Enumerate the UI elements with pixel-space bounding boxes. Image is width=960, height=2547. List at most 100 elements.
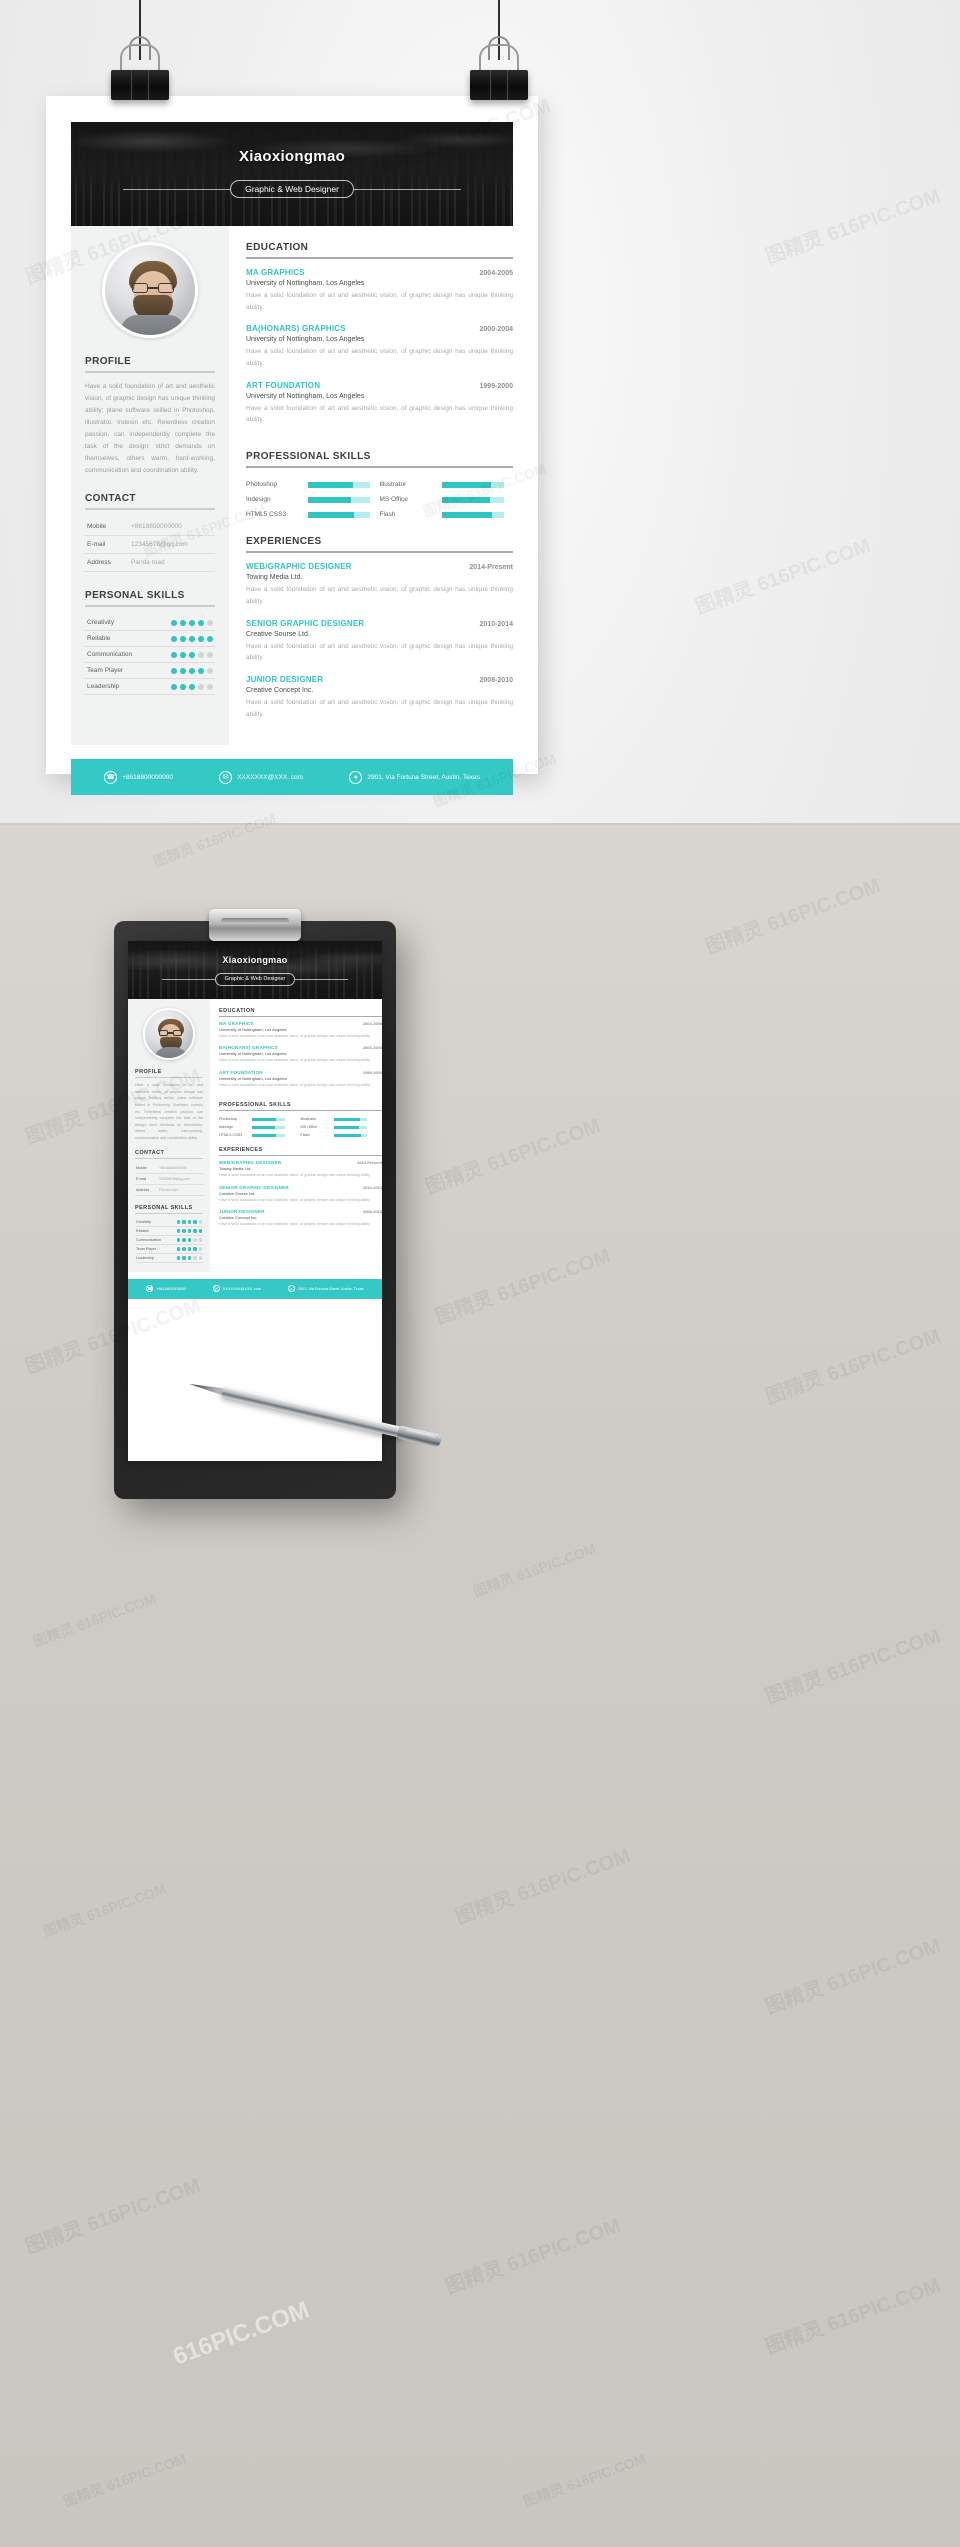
- personal-skill-label: Team Player: [136, 1246, 156, 1251]
- footer-phone: ☎ +8618800000000: [104, 770, 173, 784]
- rating-dots: [171, 651, 213, 658]
- experience-item-small: JUNIOR DESIGNER 2008-2010 Creative Concep…: [219, 1209, 382, 1227]
- skill-label: Illustrator: [300, 1117, 317, 1122]
- skill-cell: MS Office: [380, 492, 514, 507]
- contact-heading-small: CONTACT: [135, 1149, 165, 1156]
- education-item: ART FOUNDATION 1999-2000 University of N…: [246, 381, 513, 426]
- profile-heading-small: PROFILE: [135, 1069, 162, 1075]
- education-school: University of Nottingham, Los Angeles: [246, 280, 365, 287]
- footer-email-text: XXXXXXX@XXX. com: [222, 1286, 262, 1291]
- experience-title: JUNIOR DESIGNER: [246, 674, 324, 684]
- education-title: MA GRAPHICS: [246, 268, 305, 277]
- contact-label: Mobile: [87, 523, 107, 531]
- education-title: ART FOUNDATION: [246, 380, 321, 390]
- education-title: ART FOUNDATION: [219, 1069, 263, 1075]
- education-date: 1999-2000: [479, 382, 513, 390]
- personal-skills-heading: PERSONAL SKILLS: [85, 590, 185, 602]
- avatar-small: [143, 1008, 195, 1060]
- skill-bar: [441, 511, 504, 518]
- rating-dots: [176, 1220, 202, 1224]
- rating-dots: [176, 1238, 202, 1242]
- education-item-small: BA(HONARS) GRAPHICS 2000-2004 University …: [219, 1045, 382, 1063]
- skill-label: Flash: [379, 511, 396, 519]
- personal-skill-row-small: Communication: [135, 1236, 203, 1245]
- resume-footer-small: ☎ +8618800000000 ✉ XXXXXXX@XXX. com ● 29…: [128, 1278, 382, 1299]
- job-title-badge: Graphic & Web Designer: [230, 180, 354, 199]
- education-desc: Have a solid foundation of art and aesth…: [246, 404, 513, 424]
- profile-text-small: Have a solid foundation of art and aesth…: [135, 1083, 203, 1141]
- experience-company: Creative Sourse Ltd.: [246, 630, 310, 638]
- education-date: 2004-2005: [479, 270, 513, 277]
- resume-main-small: EDUCATION MA GRAPHICS 2004-2005 Universit…: [210, 999, 382, 1272]
- resume-main: EDUCATION MA GRAPHICS 2004-2005 Universi…: [229, 226, 513, 746]
- skill-cell: HTML5 CSS3: [246, 507, 380, 522]
- experiences-heading-small: EXPERIENCES: [219, 1147, 263, 1154]
- experience-date: 2014-Present: [469, 564, 513, 572]
- education-desc: Have a solid foundation of art and aesth…: [219, 1058, 371, 1063]
- contact-row-email: E-mail 12345678@qq.com: [85, 536, 215, 555]
- experience-date: 2010-2014: [362, 1184, 382, 1190]
- rating-dots: [176, 1247, 202, 1251]
- skill-bar: [308, 511, 370, 518]
- footer-email: ✉ XXXXXXX@XXX. com: [219, 770, 304, 784]
- skill-bar: [441, 496, 504, 503]
- contact-value: Panda road: [159, 1187, 178, 1192]
- experience-item-small: SENIOR GRAPHIC DESIGNER 2010-2014 Creativ…: [219, 1185, 382, 1203]
- avatar-wrap: [85, 242, 215, 338]
- skill-bar: [308, 496, 370, 503]
- personal-skill-label: Leadership: [87, 683, 120, 691]
- contact-label: Mobile: [136, 1165, 147, 1170]
- personal-skill-label: Reliable: [87, 635, 111, 643]
- binder-clip-left: [111, 36, 169, 100]
- footer-email-small: ✉ XXXXXXX@XXX. com: [212, 1285, 262, 1293]
- education-school: University of Nottingham, Los Angeles: [246, 336, 365, 344]
- job-title-row: Graphic & Web Designer: [71, 180, 513, 199]
- job-title-badge-small: Graphic & Web Designer: [214, 973, 296, 986]
- education-heading-small: EDUCATION: [219, 1008, 255, 1014]
- skill-cell: Photoshop: [246, 477, 380, 492]
- contact-row-address: Address Panda road: [85, 554, 215, 573]
- experiences-rule: [246, 551, 513, 554]
- skill-label: MS Office: [300, 1125, 318, 1130]
- education-item-small: MA GRAPHICS 2004-2005 University of Notti…: [219, 1021, 382, 1039]
- contact-block: CONTACT Mobile +8618800000000 E-mail 123…: [85, 493, 215, 573]
- professional-skills-grid-small: Photoshop Illustrator Indesign MS Office…: [219, 1115, 382, 1139]
- experience-company: Towing Media Ltd.: [246, 574, 303, 582]
- skill-bar: [252, 1133, 285, 1138]
- contact-row-email-small: E-mail 12345678@qq.com: [135, 1174, 203, 1185]
- footer-phone-text: +8618800000000: [156, 1286, 187, 1291]
- clipboard-mockup: Xiaoxiongmao Graphic & Web Designer PROF…: [114, 909, 396, 1499]
- skill-bar: [333, 1133, 367, 1138]
- contact-label: E-mail: [136, 1176, 147, 1181]
- contact-row-mobile-small: Mobile +8618800000000: [135, 1163, 203, 1174]
- title-rule-right: [353, 188, 462, 190]
- footer-email-text: XXXXXXX@XXX. com: [237, 773, 304, 781]
- experience-desc: Have a solid foundation of art and aesth…: [246, 642, 513, 662]
- personal-skill-row: Creativity: [85, 615, 215, 632]
- envelope-icon: ✉: [219, 770, 233, 784]
- education-heading: EDUCATION: [246, 242, 309, 253]
- footer-phone-text: +8618800000000: [122, 773, 173, 781]
- skill-label: Photoshop: [246, 481, 278, 489]
- experience-title: SENIOR GRAPHIC DESIGNER: [219, 1184, 289, 1190]
- personal-skill-label: Communication: [87, 651, 133, 659]
- resume-footer: ☎ +8618800000000 ✉ XXXXXXX@XXX. com ● 29…: [71, 759, 513, 796]
- personal-skill-row: Communication: [85, 647, 215, 664]
- rating-dots: [176, 1229, 202, 1233]
- personal-skill-label: Creativity: [87, 619, 115, 627]
- rating-dots: [171, 635, 213, 642]
- rating-dots: [171, 619, 213, 626]
- experience-title: WEB/GRAPHIC DESIGNER: [246, 562, 352, 572]
- experience-date: 2014-Present: [357, 1160, 382, 1166]
- skill-bar: [333, 1125, 367, 1130]
- page-title: Xiaoxiongmao: [238, 148, 346, 165]
- resume-body: PROFILE Have a solid foundation of art a…: [71, 226, 513, 746]
- skill-bar: [308, 481, 370, 488]
- education-title: BA(HONARS) GRAPHICS: [246, 324, 346, 334]
- professional-skills-grid: Photoshop Illustrator Indesign MS Office: [246, 477, 513, 522]
- personal-skill-row-small: Reliable: [135, 1227, 203, 1236]
- personal-skills-block: PERSONAL SKILLS Creativity Reliable Comm…: [85, 590, 215, 696]
- skill-bar: [333, 1117, 367, 1122]
- experience-item: SENIOR GRAPHIC DESIGNER 2010-2014 Creati…: [246, 619, 513, 664]
- personal-skill-label: Creativity: [136, 1219, 151, 1224]
